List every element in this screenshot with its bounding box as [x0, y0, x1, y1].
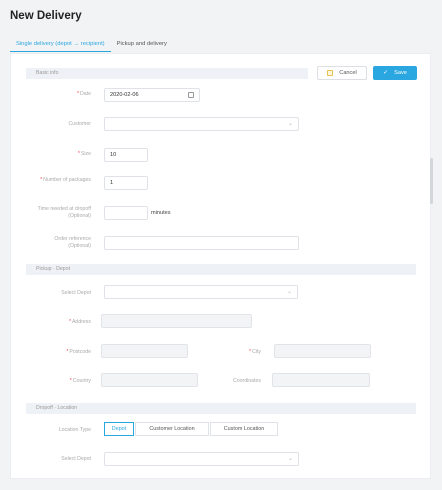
country-label: *Country — [69, 378, 91, 384]
location-type-label: Location Type — [58, 427, 91, 433]
address-label: *Address — [68, 319, 91, 325]
check-icon: ✓ — [383, 70, 389, 76]
cancel-button-label: Cancel — [339, 70, 357, 76]
time-needed-input[interactable] — [104, 206, 148, 220]
dropoff-depot-select[interactable]: ⌄ — [104, 452, 299, 466]
address-input[interactable] — [101, 314, 252, 328]
time-unit-label: minutes — [151, 210, 171, 216]
customer-label: Customer — [68, 121, 92, 127]
scrollbar-thumb[interactable] — [430, 158, 433, 204]
customer-select[interactable]: ⌄ — [104, 117, 299, 131]
tab-bar: Single delivery (depot → recipient) Pick… — [10, 37, 173, 52]
packages-label: *Number of packages — [40, 177, 91, 183]
save-button-label: Save — [394, 70, 407, 76]
location-type-depot[interactable]: Depot — [104, 422, 134, 436]
date-field[interactable]: 2020-02-06 — [104, 88, 200, 102]
postcode-input[interactable] — [101, 344, 188, 358]
tab-pickup-and-delivery[interactable]: Pickup and delivery — [111, 37, 173, 52]
size-value: 10 — [110, 152, 117, 158]
location-type-customer-location[interactable]: Customer Location — [135, 422, 209, 436]
size-input[interactable]: 10 — [104, 148, 148, 162]
form-card: Basic info Cancel ✓ Save *Date 2020-02-0… — [10, 53, 431, 479]
packages-input[interactable]: 1 — [104, 176, 148, 190]
coordinates-input[interactable] — [272, 373, 370, 387]
date-label: *Date — [77, 91, 91, 97]
packages-value: 1 — [110, 180, 114, 186]
chevron-down-icon: ⌄ — [287, 121, 293, 127]
size-label: *Size — [77, 151, 91, 157]
chevron-down-icon: ⌄ — [286, 289, 292, 295]
dropoff-depot-label: Select Depot — [61, 456, 91, 462]
page-title: New Delivery — [10, 10, 82, 22]
calendar-icon — [188, 92, 194, 98]
chevron-down-icon: ⌄ — [287, 456, 293, 462]
order-reference-label: Order reference (Optional) — [54, 236, 91, 249]
section-basic-info: Basic info — [26, 68, 308, 79]
location-type-custom-location[interactable]: Custom Location — [210, 422, 278, 436]
cancel-doc-icon — [327, 70, 334, 76]
order-reference-input[interactable] — [104, 236, 299, 250]
save-button[interactable]: ✓ Save — [373, 66, 417, 80]
pickup-depot-label: Select Depot — [61, 290, 91, 296]
section-pickup-depot: Pickup · Depot — [26, 264, 416, 275]
country-input[interactable] — [101, 373, 198, 387]
cancel-button[interactable]: Cancel — [317, 66, 367, 80]
time-needed-label: Time needed at dropoff (Optional) — [37, 206, 91, 219]
section-dropoff-location: Dropoff · Location — [26, 403, 416, 414]
postcode-label: *Postcode — [66, 349, 91, 355]
pickup-depot-select[interactable]: ⌄ — [104, 285, 298, 299]
city-label: *City — [249, 349, 261, 355]
tab-single-delivery[interactable]: Single delivery (depot → recipient) — [10, 37, 111, 52]
coordinates-label: Coordinates — [233, 378, 261, 384]
date-value: 2020-02-06 — [110, 92, 139, 98]
city-input[interactable] — [274, 344, 371, 358]
